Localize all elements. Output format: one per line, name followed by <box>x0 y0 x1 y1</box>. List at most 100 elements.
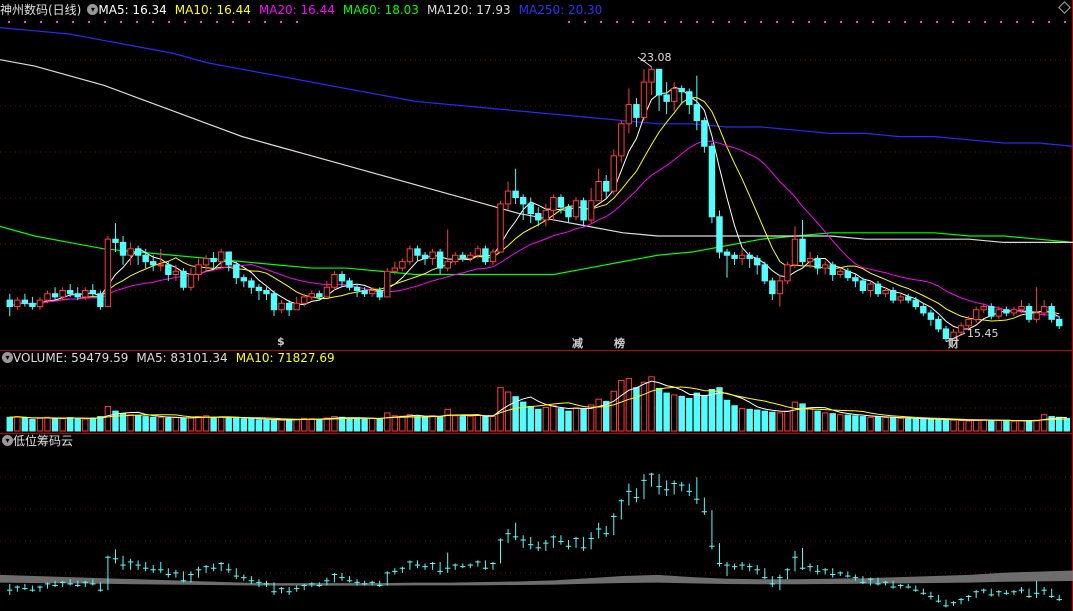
ma-dot <box>952 21 954 23</box>
candle-body <box>731 254 738 259</box>
marker-bang[interactable]: 榜 <box>614 335 625 351</box>
candle-body <box>474 248 482 256</box>
candle-body <box>784 264 791 282</box>
candle-body <box>436 251 444 269</box>
candle-body <box>255 286 263 292</box>
volume-bar <box>255 419 263 432</box>
ma-dot <box>616 21 618 23</box>
candle-body <box>399 261 406 269</box>
ma-dot <box>936 21 938 23</box>
candle-body <box>338 273 346 282</box>
candle-body <box>414 248 421 256</box>
volume-bar <box>1018 420 1025 432</box>
volume-bar <box>6 416 13 432</box>
volume-bar <box>1003 420 1010 432</box>
ma-dot <box>760 21 762 23</box>
candle-body <box>36 299 44 308</box>
candle-body <box>233 264 240 279</box>
volume-bar <box>391 415 399 432</box>
volume-bar <box>874 416 882 432</box>
volume-bar <box>195 416 202 432</box>
volume-bar <box>187 417 195 432</box>
candle-body <box>29 302 36 308</box>
volume-bar <box>837 414 844 432</box>
marker-cai[interactable]: 财 <box>948 335 959 351</box>
volume-bar <box>580 408 587 432</box>
ma-line-ma20 <box>9 140 1060 318</box>
settings-toggle-icon[interactable]: ▾ <box>87 4 99 15</box>
ma-dot <box>744 21 746 23</box>
candle-body <box>957 325 965 333</box>
volume-bar <box>791 401 799 432</box>
candle-body <box>723 251 731 256</box>
chip-settings-icon[interactable]: ▾ <box>2 435 13 446</box>
volume-bar <box>889 417 897 432</box>
ma-dot <box>696 21 698 23</box>
volume-bar <box>376 418 383 432</box>
ma-dot <box>152 21 154 23</box>
candle-body <box>587 200 595 221</box>
kline-chart[interactable] <box>0 0 1073 611</box>
high-price-label: 23.08 <box>640 51 672 64</box>
volume-bar <box>912 418 919 432</box>
candle-body <box>444 261 451 269</box>
volume-bar <box>240 418 248 432</box>
ma-legend-item-4: MA120: 17.93 <box>426 3 511 17</box>
candle-body <box>452 254 459 263</box>
volume-bar <box>557 408 565 432</box>
volume-bar <box>519 401 527 432</box>
volume-bar <box>618 379 625 432</box>
candle-body <box>610 155 617 192</box>
candle-body <box>905 296 912 301</box>
volume-bar <box>806 408 814 432</box>
candle-body <box>195 264 202 275</box>
candle-body <box>965 318 972 327</box>
candle-body <box>603 181 610 192</box>
volume-bar <box>920 418 927 432</box>
candle-body <box>988 306 995 317</box>
volume-bar <box>988 419 995 432</box>
ma-dot <box>8 21 10 23</box>
volume-bar <box>769 411 776 432</box>
ma-dot <box>56 21 58 23</box>
volume-bar <box>346 417 353 432</box>
volume-bar <box>323 417 331 432</box>
marker-dollar[interactable]: $ <box>277 335 285 348</box>
candle-body <box>104 238 112 308</box>
candle-body <box>776 280 784 295</box>
candle-body <box>799 238 806 263</box>
candle-body <box>248 280 255 288</box>
candle-body <box>519 197 527 205</box>
volume-bar <box>14 416 21 432</box>
candle-body <box>270 293 278 311</box>
ma-dot <box>600 21 602 23</box>
ma-dot <box>888 21 890 23</box>
candle-body <box>648 68 655 83</box>
ma-dot <box>184 21 186 23</box>
volume-bar <box>995 420 1003 432</box>
ma-legend-item-1: MA10: 16.44 <box>174 3 251 17</box>
candle-body <box>89 290 97 295</box>
price-header: 神州数码(日线) ▾ MA5: 16.34 MA10: 16.44 MA20: 16.4… <box>0 2 610 18</box>
volume-bar <box>701 395 708 432</box>
candle-body <box>565 206 572 218</box>
volume-bar <box>263 419 270 432</box>
candle-body <box>1040 306 1048 314</box>
candle-body <box>82 290 89 298</box>
candle-body <box>701 120 708 147</box>
candle-body <box>927 312 935 320</box>
candle-body <box>384 270 391 298</box>
volume-bar <box>210 416 217 432</box>
volume-bar <box>414 416 421 432</box>
candle-body <box>980 306 987 311</box>
candle-body <box>308 293 315 298</box>
ma-line-ma250 <box>0 27 1073 147</box>
volume-settings-icon[interactable]: ▾ <box>2 352 13 363</box>
volume-bar <box>754 409 761 432</box>
candle-body <box>557 197 565 208</box>
volume-bar <box>867 416 874 432</box>
volume-bar <box>670 394 678 432</box>
volume-bar <box>859 416 867 432</box>
volume-bar <box>504 391 512 432</box>
marker-jian[interactable]: 减 <box>572 335 583 351</box>
